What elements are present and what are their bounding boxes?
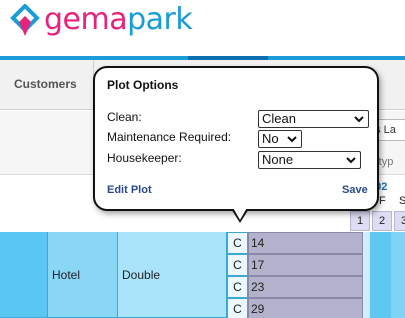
clean-select-value: Clean <box>262 111 296 126</box>
calendar-day-column[interactable] <box>370 232 391 318</box>
housekeeper-select-value: None <box>262 152 294 167</box>
day-number[interactable]: 3 <box>394 211 405 231</box>
clean-status-cell[interactable]: C <box>227 254 248 276</box>
chevron-down-icon <box>346 157 356 164</box>
booking-grid: Hotel Double C 14 C 17 C 23 C 29 <box>0 232 405 318</box>
brand-part-2: park <box>127 2 193 37</box>
chevron-down-icon <box>354 116 364 123</box>
plot-options-popover: Plot Options Clean: Clean Maintenance Re… <box>93 66 379 211</box>
clean-select[interactable]: Clean <box>258 110 369 128</box>
clean-status-cell[interactable]: C <box>227 298 248 318</box>
clean-label: Clean: <box>107 110 142 124</box>
plot-number-cell[interactable]: 23 <box>248 276 363 298</box>
clean-status-cell[interactable]: C <box>227 232 248 254</box>
brand-logo-text: gemapark <box>44 0 193 40</box>
maintenance-label: Maintenance Required: <box>107 130 232 144</box>
room-type-cell: Double <box>118 232 227 318</box>
maintenance-select-value: No <box>262 131 279 146</box>
brand-part-1: gema <box>44 2 128 37</box>
maintenance-select[interactable]: No <box>258 130 302 148</box>
day-letter: S <box>399 195 405 207</box>
housekeeper-select[interactable]: None <box>258 151 361 169</box>
day-letter: F <box>379 195 386 207</box>
property-cell: Hotel <box>48 232 118 318</box>
chevron-down-icon <box>287 136 297 143</box>
clean-status-cell[interactable]: C <box>227 276 248 298</box>
gemapark-logo-icon <box>10 4 40 36</box>
row-group-cell <box>0 232 48 318</box>
edit-plot-link[interactable]: Edit Plot <box>107 184 152 196</box>
app-header: gemapark <box>0 0 405 56</box>
popover-pointer-inner <box>232 206 248 220</box>
nav-item-customers[interactable]: Customers <box>0 60 77 110</box>
day-number[interactable]: 2 <box>372 211 392 231</box>
popover-title: Plot Options <box>107 78 179 92</box>
day-number[interactable]: 1 <box>350 211 370 231</box>
plot-number-cell[interactable]: 17 <box>248 254 363 276</box>
calendar-day-column[interactable] <box>391 232 405 318</box>
plot-number-cell[interactable]: 14 <box>248 232 363 254</box>
calendar-day-column[interactable] <box>363 232 370 318</box>
plot-number-cell[interactable]: 29 <box>248 298 363 318</box>
save-link[interactable]: Save <box>342 184 368 196</box>
housekeeper-label: Housekeeper: <box>107 151 182 165</box>
